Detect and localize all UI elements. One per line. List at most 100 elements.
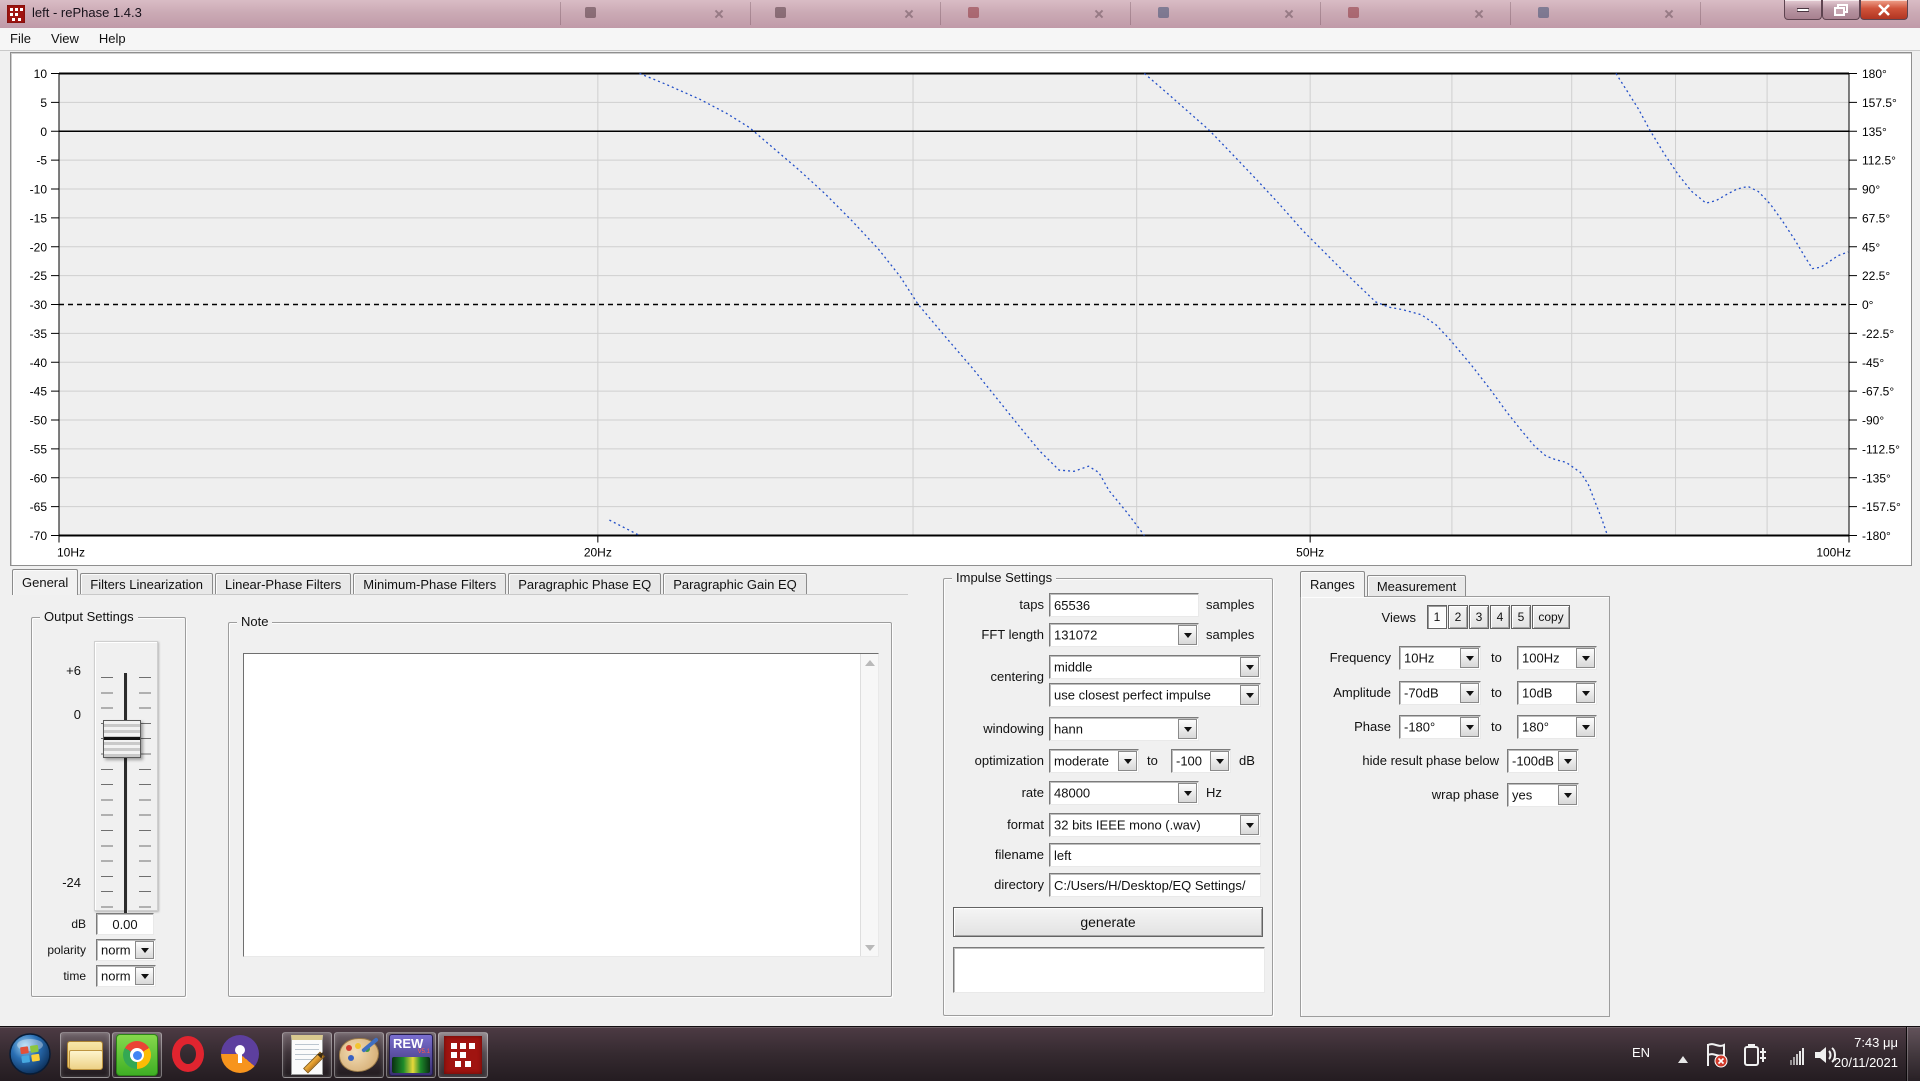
wrap-phase-select[interactable]: yes	[1507, 783, 1579, 807]
tab-minimum-phase-filters[interactable]: Minimum-Phase Filters	[353, 573, 506, 595]
frequency-to-value[interactable]: 100Hz	[1522, 651, 1560, 666]
tab-general[interactable]: General	[12, 569, 78, 595]
dropdown-arrow-icon[interactable]	[1558, 785, 1577, 805]
power-icon[interactable]	[1742, 1042, 1768, 1068]
note-group: Note	[228, 622, 892, 997]
amplitude-from-select[interactable]: -70dB	[1399, 681, 1481, 705]
axis-tick-label: -20	[30, 240, 48, 254]
language-indicator[interactable]: EN	[1632, 1045, 1650, 1060]
taskbar-item-chrome[interactable]	[112, 1032, 162, 1078]
phase-to-select[interactable]: 180°	[1517, 715, 1597, 739]
note-scrollbar[interactable]	[860, 654, 878, 956]
optimization-level-value[interactable]: -100	[1176, 754, 1202, 769]
secure-browser-icon	[221, 1035, 259, 1073]
dropdown-arrow-icon[interactable]	[1118, 751, 1137, 771]
amplitude-to-select[interactable]: 10dB	[1517, 681, 1597, 705]
view-button-4[interactable]: 4	[1490, 605, 1510, 629]
hide-result-phase-select[interactable]: -100dB	[1507, 749, 1579, 773]
format-value[interactable]: 32 bits IEEE mono (.wav)	[1054, 818, 1201, 833]
optimization-level-select[interactable]: -100	[1171, 749, 1231, 773]
dropdown-arrow-icon[interactable]	[1576, 717, 1595, 737]
centering-mode-value[interactable]: use closest perfect impulse	[1054, 688, 1211, 703]
dropdown-arrow-icon[interactable]	[1576, 683, 1595, 703]
rate-value[interactable]: 48000	[1054, 786, 1090, 801]
taskbar-item-paint[interactable]	[334, 1032, 384, 1078]
view-copy-button[interactable]: copy	[1532, 605, 1570, 629]
show-desktop-button[interactable]	[1906, 1027, 1920, 1081]
gain-slider-track[interactable]	[94, 641, 158, 911]
scroll-down-icon[interactable]	[862, 940, 877, 955]
db-input[interactable]	[96, 913, 154, 935]
phase-from-value[interactable]: -180°	[1404, 720, 1435, 735]
fft-length-value[interactable]: 131072	[1054, 628, 1097, 643]
dropdown-arrow-icon[interactable]	[1210, 751, 1229, 771]
frequency-to-select[interactable]: 100Hz	[1517, 646, 1597, 670]
centering-mode-select[interactable]: use closest perfect impulse	[1049, 683, 1261, 707]
gain-slider-handle[interactable]	[103, 720, 141, 758]
action-center-icon[interactable]	[1704, 1042, 1728, 1068]
dropdown-arrow-icon[interactable]	[1576, 648, 1595, 668]
frequency-from-value[interactable]: 10Hz	[1404, 651, 1434, 666]
centering-select[interactable]: middle	[1049, 655, 1261, 679]
fft-length-select[interactable]: 131072	[1049, 623, 1199, 647]
taskbar-item-explorer[interactable]	[60, 1032, 110, 1078]
axis-tick-label: 50Hz	[1296, 546, 1324, 560]
note-textarea[interactable]	[244, 654, 861, 956]
dropdown-arrow-icon[interactable]	[1240, 657, 1259, 677]
taskbar-item-rew[interactable]: REW V5.1	[386, 1032, 436, 1078]
dropdown-arrow-icon[interactable]	[1460, 648, 1479, 668]
polarity-value[interactable]: norm	[101, 943, 131, 958]
filename-input[interactable]	[1049, 843, 1261, 867]
tab-ranges[interactable]: Ranges	[1300, 571, 1365, 597]
dropdown-arrow-icon[interactable]	[1460, 683, 1479, 703]
view-button-2[interactable]: 2	[1448, 605, 1468, 629]
optimization-value[interactable]: moderate	[1054, 754, 1109, 769]
time-value[interactable]: norm	[101, 969, 131, 984]
dropdown-arrow-icon[interactable]	[1178, 625, 1197, 645]
windowing-select[interactable]: hann	[1049, 717, 1199, 741]
tray-expand-icon[interactable]	[1678, 1051, 1688, 1063]
dropdown-arrow-icon[interactable]	[135, 941, 154, 959]
taskbar-item-secure-browser[interactable]	[216, 1032, 264, 1076]
view-button-1[interactable]: 1	[1427, 605, 1447, 629]
generate-button[interactable]: generate	[953, 907, 1263, 937]
centering-value[interactable]: middle	[1054, 660, 1092, 675]
phase-to-value[interactable]: 180°	[1522, 720, 1549, 735]
amplitude-to-value[interactable]: 10dB	[1522, 686, 1552, 701]
tab-paragraphic-gain-eq[interactable]: Paragraphic Gain EQ	[663, 573, 807, 595]
format-select[interactable]: 32 bits IEEE mono (.wav)	[1049, 813, 1261, 837]
amplitude-from-value[interactable]: -70dB	[1404, 686, 1439, 701]
phase-from-select[interactable]: -180°	[1399, 715, 1481, 739]
dropdown-arrow-icon[interactable]	[1178, 783, 1197, 803]
taps-input[interactable]	[1049, 593, 1199, 617]
clock[interactable]: 7:43 μμ 20/11/2021	[1788, 1033, 1898, 1073]
dropdown-arrow-icon[interactable]	[1460, 717, 1479, 737]
polarity-select[interactable]: norm	[96, 939, 156, 961]
view-button-3[interactable]: 3	[1469, 605, 1489, 629]
time-select[interactable]: norm	[96, 965, 156, 987]
hide-result-phase-value[interactable]: -100dB	[1512, 754, 1554, 769]
notepad-icon	[291, 1035, 323, 1075]
frequency-from-select[interactable]: 10Hz	[1399, 646, 1481, 670]
centering-label: centering	[944, 669, 1044, 684]
tab-filters-linearization[interactable]: Filters Linearization	[80, 573, 213, 595]
dropdown-arrow-icon[interactable]	[1240, 685, 1259, 705]
tab-linear-phase-filters[interactable]: Linear-Phase Filters	[215, 573, 351, 595]
tab-measurement[interactable]: Measurement	[1367, 575, 1466, 597]
dropdown-arrow-icon[interactable]	[135, 967, 154, 985]
dropdown-arrow-icon[interactable]	[1558, 751, 1577, 771]
view-button-5[interactable]: 5	[1511, 605, 1531, 629]
optimization-select[interactable]: moderate	[1049, 749, 1139, 773]
rate-select[interactable]: 48000	[1049, 781, 1199, 805]
dropdown-arrow-icon[interactable]	[1240, 815, 1259, 835]
taskbar-item-opera[interactable]	[164, 1032, 212, 1076]
dropdown-arrow-icon[interactable]	[1178, 719, 1197, 739]
scroll-up-icon[interactable]	[862, 655, 877, 670]
wrap-phase-value[interactable]: yes	[1512, 788, 1532, 803]
windowing-value[interactable]: hann	[1054, 722, 1083, 737]
start-button[interactable]	[8, 1032, 52, 1076]
taskbar-item-notepad[interactable]	[282, 1032, 332, 1078]
taskbar-item-rephase[interactable]	[438, 1032, 488, 1078]
directory-input[interactable]	[1049, 873, 1261, 897]
tab-paragraphic-phase-eq[interactable]: Paragraphic Phase EQ	[508, 573, 661, 595]
